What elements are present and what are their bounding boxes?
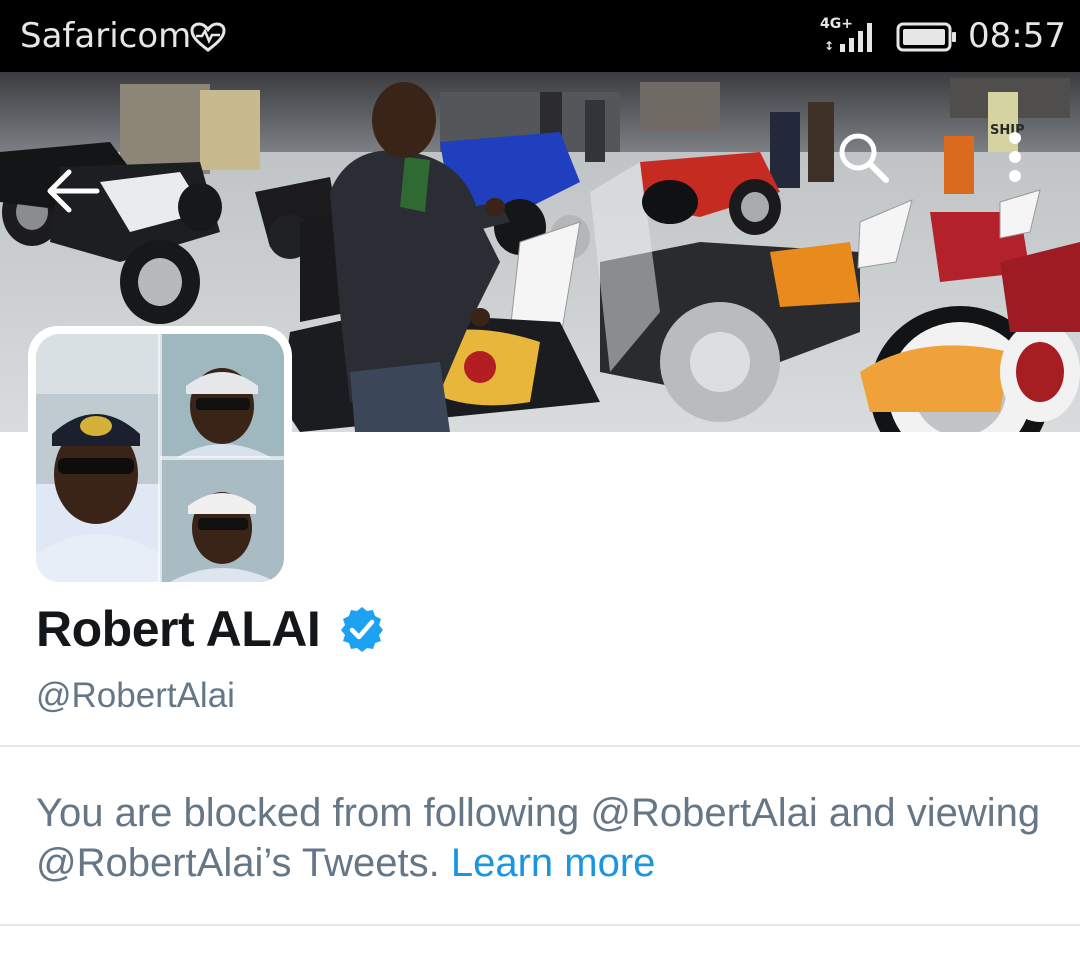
avatar-collage-image xyxy=(36,334,284,582)
status-bar: Safaricom 4G+ ↕ 08:57 xyxy=(0,0,1080,72)
clock: 08:57 xyxy=(968,16,1066,56)
battery-icon xyxy=(896,22,956,52)
blocked-notice: You are blocked from following @RobertAl… xyxy=(36,788,1046,888)
back-button[interactable] xyxy=(38,156,108,226)
divider xyxy=(0,924,1080,926)
avatar-photo xyxy=(36,334,284,582)
network-label: 4G+ xyxy=(820,16,853,32)
search-button[interactable] xyxy=(828,122,898,192)
svg-text:↕: ↕ xyxy=(824,39,834,53)
carrier-name: Safaricom xyxy=(20,16,192,56)
heart-pulse-icon xyxy=(190,22,226,52)
search-icon xyxy=(839,133,889,183)
profile-avatar[interactable] xyxy=(28,326,292,590)
divider xyxy=(0,745,1080,747)
signal-icon: 4G+ ↕ xyxy=(820,16,872,53)
more-vertical-icon xyxy=(1009,132,1021,182)
profile-name: Robert ALAI xyxy=(36,601,321,657)
learn-more-link[interactable]: Learn more xyxy=(451,841,656,885)
more-options-button[interactable] xyxy=(990,122,1040,192)
arrow-left-icon xyxy=(47,169,100,213)
profile-handle: @RobertAlai xyxy=(36,676,235,715)
profile-name-row: Robert ALAI xyxy=(36,600,386,658)
verified-badge-icon xyxy=(341,607,384,652)
